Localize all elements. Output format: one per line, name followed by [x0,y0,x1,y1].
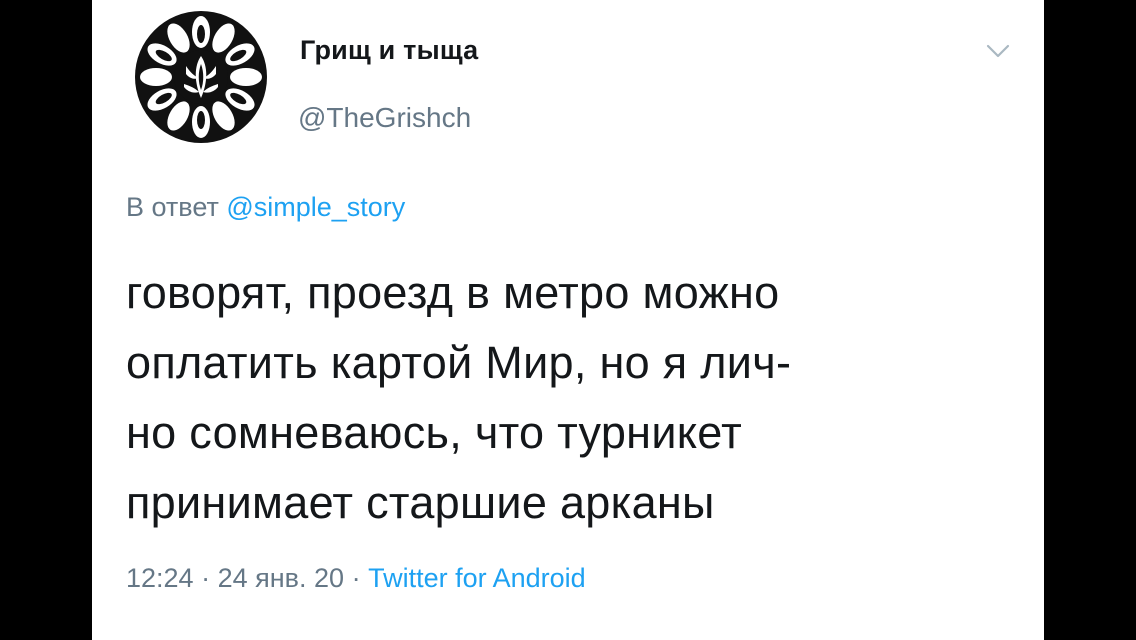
author-display-name[interactable]: Грищ и тыща [300,35,478,66]
avatar-ornament-icon [134,10,268,144]
tweet-meta: 12:24 · 24 янв. 20 · Twitter for Android [126,563,586,594]
tweet-date: 24 янв. 20 [217,563,345,593]
tweet-card: Грищ и тыща @TheGrishch В ответ @simple_… [92,0,1044,640]
author-handle[interactable]: @TheGrishch [298,102,471,134]
reply-context: В ответ @simple_story [126,192,405,223]
meta-separator: · [351,563,361,593]
chevron-down-icon [986,44,1010,58]
meta-separator: · [201,563,211,593]
reply-mention-link[interactable]: @simple_story [226,192,405,222]
tweet-text: говорят, проезд в метро можно оплатить к… [126,267,792,528]
tweet-menu-button[interactable] [984,40,1012,62]
tweet-source-link[interactable]: Twitter for Android [368,563,586,593]
tweet-time: 12:24 [126,563,194,593]
avatar[interactable] [134,10,268,144]
reply-prefix: В ответ [126,192,219,222]
